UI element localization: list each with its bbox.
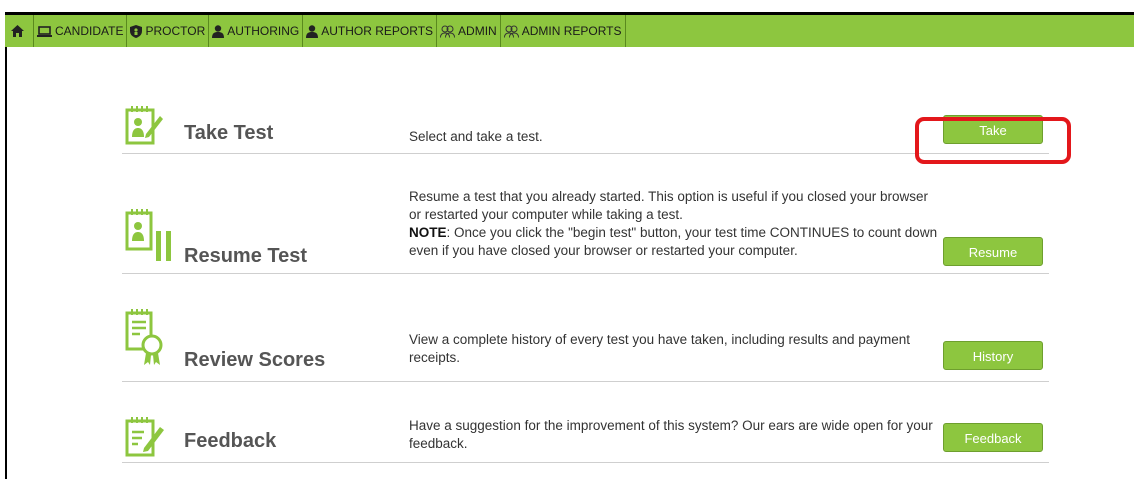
- feedback-description: Have a suggestion for the improvement of…: [409, 418, 933, 451]
- page-left-border: [5, 47, 7, 479]
- nav-candidate[interactable]: CANDIDATE: [34, 15, 128, 47]
- feedback-icon: [125, 417, 164, 457]
- laptop-icon: [37, 25, 52, 37]
- review-scores-title: Review Scores: [184, 349, 326, 371]
- nav-admin-label: ADMIN: [458, 24, 497, 38]
- shield-icon: [130, 24, 143, 38]
- feedback-button[interactable]: Feedback: [943, 423, 1043, 452]
- user-icon: [212, 24, 225, 38]
- nav-admin[interactable]: ADMIN: [437, 15, 501, 47]
- nav-candidate-label: CANDIDATE: [55, 24, 124, 38]
- review-scores-description: View a complete history of every test yo…: [409, 332, 911, 365]
- review-scores-icon: [125, 309, 163, 365]
- nav-authoring[interactable]: AUTHORING: [209, 15, 304, 47]
- nav-admin-reports-label: ADMIN REPORTS: [521, 24, 622, 38]
- resume-test-icon: [125, 209, 171, 261]
- take-test-title: Take Test: [184, 122, 274, 144]
- resume-test-note-label: NOTE: [409, 225, 447, 240]
- review-scores-row: Review Scores View a complete history of…: [122, 273, 1049, 382]
- top-nav-bar: CANDIDATE PROCTOR AUTHORING AUTHOR REPOR…: [5, 12, 1134, 47]
- home-icon: [11, 25, 24, 37]
- main-nav: CANDIDATE PROCTOR AUTHORING AUTHOR REPOR…: [5, 15, 1134, 47]
- take-test-icon: [125, 106, 163, 145]
- nav-authoring-label: AUTHORING: [227, 24, 300, 38]
- home-nav-button[interactable]: [5, 15, 34, 47]
- take-test-row: Take Test Select and take a test. Take: [122, 100, 1049, 154]
- feedback-row: Feedback Have a suggestion for the impro…: [122, 381, 1049, 463]
- resume-test-title: Resume Test: [184, 245, 308, 267]
- nav-proctor-label: PROCTOR: [145, 24, 206, 38]
- resume-test-row: Resume Test Resume a test that you alrea…: [122, 153, 1049, 274]
- user-icon: [306, 24, 319, 38]
- feedback-title: Feedback: [184, 430, 277, 452]
- resume-test-desc-text: Resume a test that you already started. …: [409, 189, 929, 222]
- nav-author-reports-label: AUTHOR REPORTS: [321, 24, 434, 38]
- resume-test-description: Resume a test that you already started. …: [409, 188, 939, 260]
- take-test-description: Select and take a test.: [409, 129, 543, 144]
- nav-author-reports[interactable]: AUTHOR REPORTS: [303, 15, 438, 47]
- users-icon: [503, 25, 519, 38]
- users-icon: [440, 25, 456, 38]
- nav-proctor[interactable]: PROCTOR: [127, 15, 210, 47]
- resume-test-note-text: : Once you click the "begin test" button…: [409, 225, 938, 258]
- nav-admin-reports[interactable]: ADMIN REPORTS: [501, 15, 626, 47]
- history-button[interactable]: History: [943, 341, 1043, 370]
- resume-button[interactable]: Resume: [943, 237, 1043, 266]
